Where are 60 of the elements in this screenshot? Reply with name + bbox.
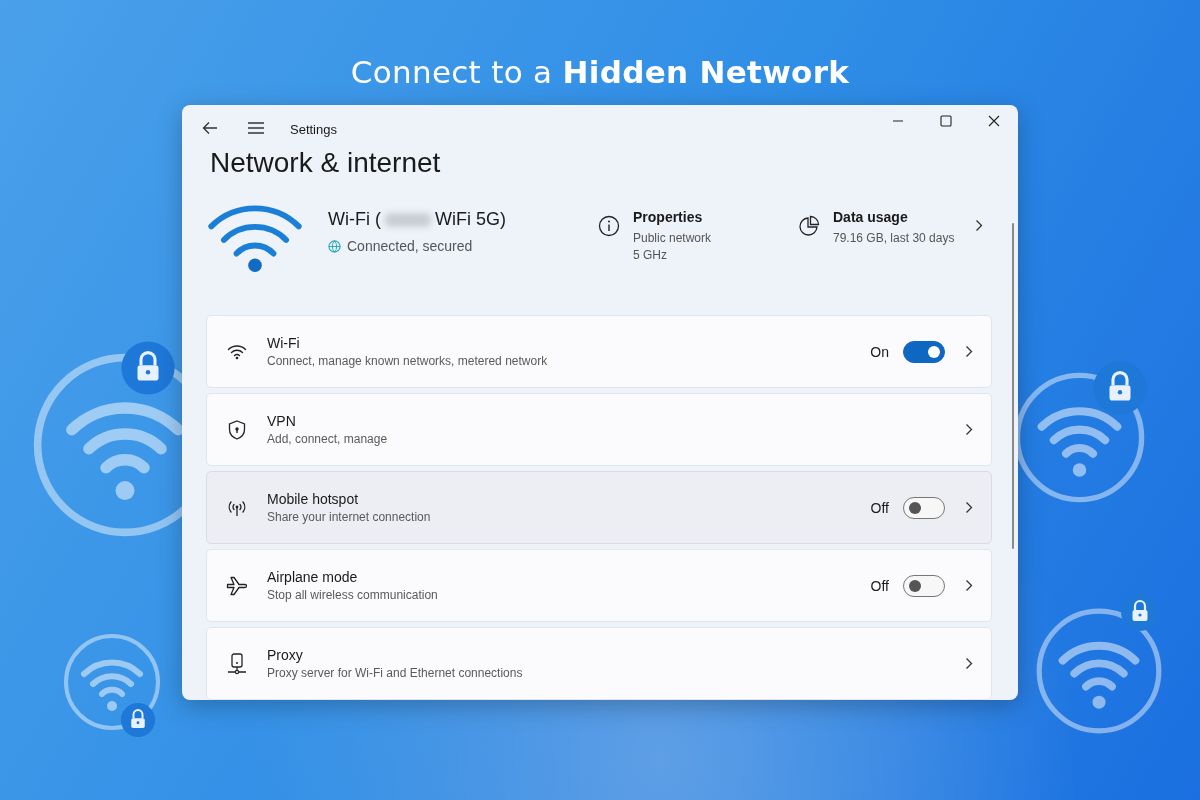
chevron-right-icon [965,501,973,514]
airplane-icon [226,575,248,596]
scrollbar[interactable] [1012,223,1014,549]
property-value: Public network [633,230,712,248]
row-title: Airplane mode [267,569,359,585]
toggle-switch[interactable] [903,340,945,363]
globe-icon [328,239,341,253]
row-description: Stop all wireless communication [267,588,439,602]
row-description: Proxy server for Wi-Fi and Ethernet connections [267,666,524,680]
properties-link[interactable]: Properties Public network 5 GHz [598,209,798,265]
row-title: Proxy [267,647,304,663]
info-icon [598,215,620,238]
row-description: Share your internet connection [267,510,432,524]
wifi-icon [62,632,162,732]
toggle-switch[interactable] [903,574,945,597]
row-title: Mobile hotspot [267,491,360,507]
settings-row[interactable]: Airplane mode Stop all wireless communication Off [206,549,992,622]
settings-row[interactable]: Wi-Fi Connect, manage known networks, metered network On [206,315,992,388]
data-usage-value: 79.16 GB, last 30 days [833,230,955,248]
menu-icon [248,122,264,135]
back-arrow-icon [202,121,218,136]
row-description: Add, connect, manage [267,432,389,446]
pie-chart-icon [798,215,820,238]
data-usage-link[interactable]: Data usage 79.16 GB, last 30 days [798,209,1008,248]
toggle-switch[interactable] [903,496,945,519]
chevron-right-icon [965,423,973,436]
connection-status: Connected, secured [347,238,473,255]
shield-icon [228,419,246,440]
padlock-icon [120,340,176,396]
row-title: Wi-Fi [267,335,301,351]
padlock-icon [1092,360,1148,416]
toggle-state-label: Off [870,577,889,594]
row-description: Connect, manage known networks, metered network [267,354,549,368]
chevron-right-icon [965,579,973,592]
data-usage-title: Data usage [833,209,909,226]
property-value: 5 GHz [633,247,668,265]
chevron-right-icon [965,345,973,358]
properties-title: Properties [633,209,704,226]
proxy-icon [227,652,247,675]
headline: Connect to a Hidden Network [350,54,850,90]
chevron-right-icon [975,219,984,233]
chevron-right-icon [965,657,973,670]
network-name-end: WiFi 5G) [435,209,506,231]
padlock-icon [1120,592,1160,632]
toggle-state-label: On [870,343,889,360]
row-title: VPN [267,413,297,429]
wifi-icon [227,343,247,360]
maximize-icon [940,115,952,127]
settings-row[interactable]: Mobile hotspot Share your internet connection Off [206,471,992,544]
settings-row[interactable]: VPN Add, connect, manage [206,393,992,466]
close-icon [988,115,1000,127]
settings-row[interactable]: Proxy Proxy server for Wi-Fi and Ethernet connections [206,627,992,700]
network-name: Wi-Fi ( [328,209,381,231]
window-title: Settings [290,121,337,137]
wifi-icon [1034,606,1164,736]
toggle-state-label: Off [870,499,889,516]
wifi-icon [206,203,304,274]
page-heading: Network & internet [210,147,442,180]
blurred-text [385,212,431,227]
padlock-icon [120,702,156,738]
